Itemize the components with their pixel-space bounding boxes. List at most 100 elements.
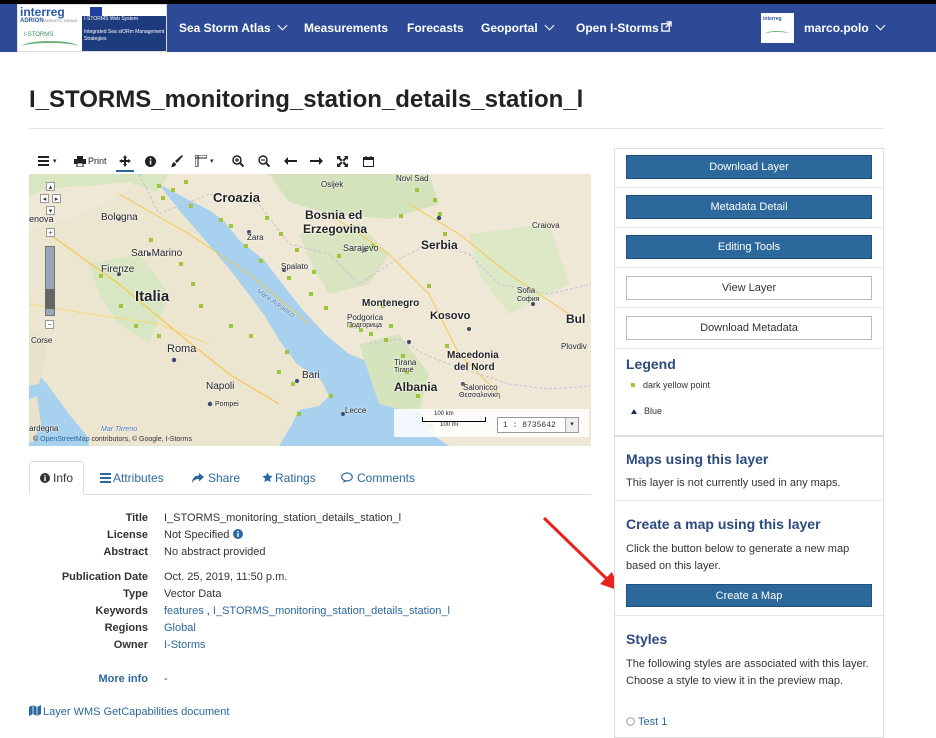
pan-up-icon[interactable]: ▴ [46,182,55,191]
radio-icon[interactable] [626,717,635,726]
detail-license-label: License [107,529,148,541]
map-label-lecce: Lecce [345,406,367,415]
tab-info[interactable]: Info [29,461,85,495]
fullscreen-button[interactable] [337,152,348,170]
keyword-link[interactable]: I_STORMS_monitoring_station_details_stat… [213,605,450,617]
pan-down-icon[interactable]: ▾ [46,206,55,215]
detail-owner-label: Owner [113,639,148,651]
tab-share[interactable]: Share [182,461,250,494]
map-label-mar-tirreno: Mar Tirreno [101,426,138,433]
region-link[interactable]: Global [164,622,196,634]
osm-link[interactable]: OpenStreetMap [40,436,89,443]
more-info-link[interactable]: More info [28,673,149,685]
nav-item-geoportal[interactable]: Geoportal [481,20,555,35]
zoom-slider[interactable] [45,246,55,316]
caret-down-icon: ▾ [210,158,214,165]
detail-regions-value: Global [164,622,196,634]
map-label-sardegna: ardegna [29,424,59,433]
zoom-out-icon[interactable]: − [45,320,54,329]
map-label-roma: Roma [167,343,197,355]
measure-button[interactable]: ▾ [195,152,214,170]
tab-comments[interactable]: Comments [331,461,425,494]
square-icon [631,383,635,387]
detail-title-value: I_STORMS_monitoring_station_details_stat… [164,512,402,524]
zoom-in-icon[interactable]: + [46,228,55,237]
eu-flag-icon [90,7,102,16]
logo-istorms-text: I-STORMS [24,32,54,38]
page-title: I_STORMS_monitoring_station_details_stat… [29,86,584,113]
tab-ratings[interactable]: Ratings [252,461,326,494]
chevron-down-icon [277,20,288,31]
zoom-in-icon [232,155,244,167]
map-label-firenze: Firenze [101,264,135,275]
sidebar-divider [615,307,883,308]
user-menu[interactable]: marco.polo [804,20,886,35]
pan-left-icon[interactable]: ◂ [40,194,49,203]
legend-item: Blue [631,406,662,416]
sidebar-divider [615,227,883,228]
map-preview[interactable]: Croazia Bosnia ed Erzegovina Serbia Ital… [29,174,591,446]
view-layer-button[interactable]: View Layer [626,276,872,300]
next-extent-button[interactable] [310,152,323,170]
scale-mi: 100 mi [440,422,459,428]
tab-label: Share [208,470,241,485]
nav-item-open-istorms[interactable]: Open I-Storms [576,21,672,35]
map-label-corse: Corse [31,336,53,345]
download-metadata-button[interactable]: Download Metadata [626,316,872,340]
detail-keywords-value: features , I_STORMS_monitoring_station_d… [164,605,450,617]
sidebar-divider [615,500,883,501]
pan-control[interactable]: ▴ ◂ ▸ ▾ + [40,178,61,237]
tab-label: Ratings [275,470,316,485]
list-icon [100,472,111,483]
tab-attributes[interactable]: Attributes [90,461,174,494]
create-map-text: Click the button below to generate a new… [626,543,850,572]
keyword-link[interactable]: features [164,605,204,617]
map-attribution: © OpenStreetMap contributors, © Google, … [33,436,192,443]
license-text: Not Specified [164,529,230,541]
maps-using-title: Maps using this layer [626,451,769,467]
identify-button[interactable] [145,152,156,170]
map-label-salonicco: Salonicco [463,383,498,392]
interreg-istorms-logo[interactable]: interreg ADRION ADRIATIC-IONIAN I-STORMS… [17,4,167,52]
map-label-del-nord: del Nord [454,362,495,373]
chevron-down-icon [544,20,555,31]
brush-icon [171,155,183,167]
info-circle-icon[interactable] [232,529,243,539]
nav-item-forecasts[interactable]: Forecasts [407,21,464,35]
top-navbar: interreg ADRION ADRIATIC-IONIAN I-STORMS… [0,0,936,52]
zoom-slider-thumb[interactable] [45,289,55,309]
print-button[interactable]: Print [74,152,107,170]
editing-tools-button[interactable]: Editing Tools [626,235,872,259]
previous-extent-button[interactable] [284,152,297,170]
style-button[interactable] [171,152,183,170]
layer-tabs: Info Attributes Share Ratings Comments [29,461,591,495]
nav-item-measurements[interactable]: Measurements [304,21,388,35]
zoom-out-button[interactable] [258,152,270,170]
legend-item: dark yellow point [631,380,710,390]
scale-select[interactable]: 1 : 8735642 ▾ [497,417,579,433]
star-icon [262,472,273,483]
maps-using-text: This layer is not currently used in any … [626,477,841,489]
nav-item-label: Geoportal [481,21,538,35]
info-icon [145,155,156,167]
pan-button[interactable] [116,152,134,172]
nav-item-label: Sea Storm Atlas [179,21,271,35]
nav-item-sea-storm-atlas[interactable]: Sea Storm Atlas [179,20,288,35]
user-avatar[interactable]: interreg [761,13,794,43]
getcapabilities-link[interactable]: Layer WMS GetCapabilities document [29,705,229,718]
create-map-title: Create a map using this layer [626,516,821,532]
create-map-button[interactable]: Create a Map [626,584,872,607]
owner-link[interactable]: I-Storms [164,639,206,651]
map-label-kosovo: Kosovo [430,310,471,322]
scale-control: 100 km 100 mi 1 : 8735642 ▾ [394,409,589,437]
style-option-link[interactable]: Test 1 [638,716,667,728]
external-link-icon [660,21,672,32]
timeline-button[interactable] [363,152,374,170]
logo-line2: Integrated Sea stORm Management Strategi… [84,29,165,42]
pan-right-icon[interactable]: ▸ [52,194,61,203]
metadata-detail-button[interactable]: Metadata Detail [626,195,872,219]
menu-button[interactable]: ▾ [38,152,57,170]
map-label-montenegro: Montenegro [362,298,420,309]
zoom-in-button[interactable] [232,152,244,170]
download-layer-button[interactable]: Download Layer [626,155,872,179]
